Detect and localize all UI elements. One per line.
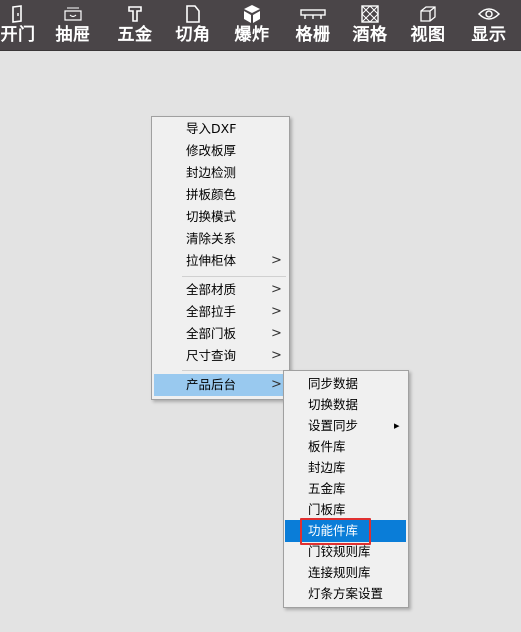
submenu-item-sync-settings[interactable]: 设置同步 ▸ <box>284 415 408 437</box>
view-cube-icon <box>419 4 437 24</box>
menu-item-import-dxf[interactable]: 导入DXF <box>152 118 289 140</box>
submenu-item-sync-data[interactable]: 同步数据 <box>284 373 408 395</box>
menu-item-label: 全部门板 <box>186 326 237 341</box>
menu-item-label: 全部拉手 <box>186 304 237 319</box>
submenu-item-hardware-library[interactable]: 五金库 <box>284 478 408 500</box>
menu-item-modify-thickness[interactable]: 修改板厚 <box>152 140 289 162</box>
toolbar-button-explode[interactable]: 爆炸 <box>229 0 275 50</box>
chevron-right-icon: > <box>271 348 282 363</box>
toolbar-label: 格栅 <box>295 25 331 45</box>
submenu-item-connection-rules-library[interactable]: 连接规则库 <box>284 562 408 584</box>
toolbar-button-display[interactable]: 显示 <box>466 0 512 50</box>
menu-item-label: 导入DXF <box>186 121 237 136</box>
product-backend-submenu: 同步数据 切换数据 设置同步 ▸ 板件库 封边库 五金库 门板库 功能件库 门铰… <box>283 370 409 608</box>
toolbar-button-grille[interactable]: 格栅 <box>290 0 336 50</box>
triangle-right-icon: ▸ <box>394 419 400 432</box>
annotation-highlight-box <box>300 518 371 545</box>
submenu-item-light-strip-settings[interactable]: 灯条方案设置 <box>284 583 408 605</box>
submenu-item-label: 同步数据 <box>308 376 359 391</box>
toolbar-button-hardware[interactable]: 五金 <box>112 0 158 50</box>
wine-rack-icon <box>361 4 379 24</box>
chevron-right-icon: > <box>271 282 282 297</box>
toolbar-label: 开门 <box>0 25 36 45</box>
toolbar-button-corner-cut[interactable]: 切角 <box>170 0 216 50</box>
toolbar-button-open-door[interactable]: 开门 <box>0 0 36 50</box>
toolbar-label: 显示 <box>471 25 507 45</box>
menu-item-label: 全部材质 <box>186 282 237 297</box>
submenu-item-label: 板件库 <box>308 439 346 454</box>
toolbar-label: 切角 <box>175 25 211 45</box>
menu-item-label: 拼板颜色 <box>186 187 237 202</box>
grille-icon <box>300 4 326 24</box>
explode-cube-icon <box>242 4 262 24</box>
menu-item-all-door-panels[interactable]: 全部门板 > <box>152 323 289 345</box>
submenu-item-label: 封边库 <box>308 460 346 475</box>
toolbar-label: 酒格 <box>352 25 388 45</box>
hardware-icon <box>126 4 144 24</box>
submenu-item-switch-data[interactable]: 切换数据 <box>284 394 408 416</box>
toolbar-button-drawer[interactable]: 抽屉 <box>50 0 96 50</box>
chevron-right-icon: > <box>271 377 282 392</box>
submenu-item-label: 五金库 <box>308 481 346 496</box>
context-menu: 导入DXF 修改板厚 封边检测 拼板颜色 切换模式 清除关系 拉伸柜体 > 全部… <box>151 116 290 400</box>
menu-item-label: 产品后台 <box>186 377 237 392</box>
menu-item-all-handles[interactable]: 全部拉手 > <box>152 301 289 323</box>
menu-item-label: 尺寸查询 <box>186 348 237 363</box>
toolbar-button-wine-rack[interactable]: 酒格 <box>347 0 393 50</box>
menu-item-label: 修改板厚 <box>186 143 237 158</box>
menu-item-product-backend[interactable]: 产品后台 > <box>154 374 287 396</box>
submenu-item-edge-library[interactable]: 封边库 <box>284 457 408 479</box>
toolbar-label: 爆炸 <box>234 25 270 45</box>
submenu-item-label: 切换数据 <box>308 397 359 412</box>
door-icon <box>10 4 26 24</box>
submenu-item-label: 连接规则库 <box>308 565 371 580</box>
menu-item-all-materials[interactable]: 全部材质 > <box>152 279 289 301</box>
chevron-right-icon: > <box>271 253 282 268</box>
menu-item-label: 拉伸柜体 <box>186 253 237 268</box>
drawer-icon <box>63 4 83 24</box>
chevron-right-icon: > <box>271 326 282 341</box>
menu-separator <box>182 370 286 371</box>
menu-item-label: 封边检测 <box>186 165 237 180</box>
menu-item-panel-color[interactable]: 拼板颜色 <box>152 184 289 206</box>
toolbar-label: 五金 <box>117 25 153 45</box>
toolbar-label: 抽屉 <box>55 25 91 45</box>
eye-icon <box>478 4 500 24</box>
menu-separator <box>182 276 286 277</box>
menu-item-label: 切换模式 <box>186 209 237 224</box>
submenu-item-label: 灯条方案设置 <box>308 586 384 601</box>
menu-item-size-query[interactable]: 尺寸查询 > <box>152 345 289 367</box>
menu-item-edge-check[interactable]: 封边检测 <box>152 162 289 184</box>
top-toolbar: 开门 抽屉 五金 切角 爆炸 格栅 酒格 视图 显示 <box>0 0 521 51</box>
submenu-item-panel-library[interactable]: 板件库 <box>284 436 408 458</box>
chevron-right-icon: > <box>271 304 282 319</box>
menu-item-clear-relations[interactable]: 清除关系 <box>152 228 289 250</box>
corner-cut-icon <box>185 4 201 24</box>
toolbar-button-view[interactable]: 视图 <box>405 0 451 50</box>
menu-item-switch-mode[interactable]: 切换模式 <box>152 206 289 228</box>
submenu-item-label: 设置同步 <box>308 418 359 433</box>
menu-item-stretch-cabinet[interactable]: 拉伸柜体 > <box>152 250 289 272</box>
menu-item-label: 清除关系 <box>186 231 237 246</box>
toolbar-label: 视图 <box>410 25 446 45</box>
